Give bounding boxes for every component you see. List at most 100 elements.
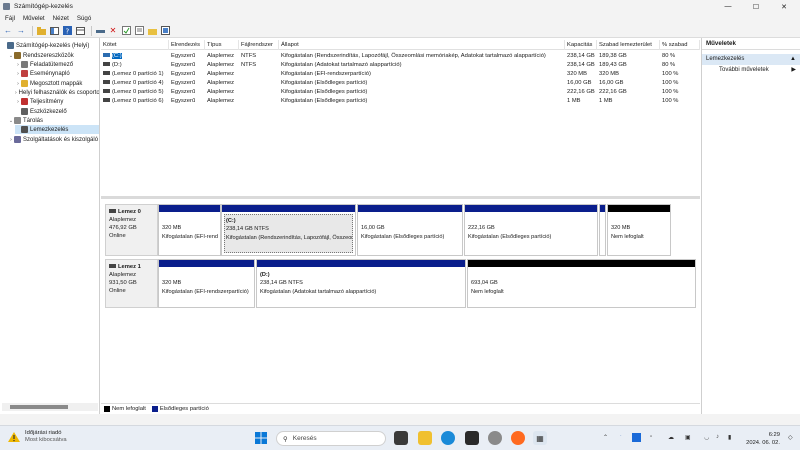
help-icon[interactable]: ? — [62, 26, 72, 36]
tree-item[interactable]: Lemezkezelés — [15, 125, 99, 134]
table-row[interactable]: (D:) Egyszerű Alaplemez NTFS Kifogástalan (A… — [101, 61, 700, 70]
edge-icon[interactable] — [441, 431, 455, 445]
status-bar — [0, 414, 800, 425]
settings-icon[interactable] — [488, 431, 502, 445]
open-folder-icon[interactable] — [147, 26, 157, 36]
clock[interactable]: 6:29 2024. 06. 02. — [744, 431, 780, 447]
store-icon[interactable] — [465, 431, 479, 445]
tree-horizontal-scrollbar[interactable] — [2, 403, 98, 411]
legend-label-primary: Elsődleges partíció — [159, 405, 209, 412]
disk-label[interactable]: Lemez 1 Alaplemez 931,50 GB Online — [105, 259, 158, 308]
partition-size: 320 MB — [162, 225, 182, 231]
partition[interactable]: 16,00 GB Kifogástalan (Elsődleges partíci… — [357, 204, 463, 256]
maximize-button[interactable]: ☐ — [744, 0, 768, 13]
word-icon[interactable] — [632, 433, 641, 442]
tree-item[interactable]: › Feladatütemező — [15, 60, 99, 69]
volume-icon — [103, 89, 110, 94]
wifi-icon[interactable]: ◡ — [704, 434, 709, 441]
minimize-button[interactable]: — — [716, 0, 740, 13]
disk-management-taskbar-icon[interactable]: ▦ — [533, 431, 547, 445]
table-row[interactable]: (Lemez 0 partíció 5) Egyszerű Alaplemez Kif… — [101, 88, 700, 97]
table-cell: Egyszerű — [171, 62, 196, 68]
table-row[interactable]: (Lemez 0 partíció 1) Egyszerű Alaplemez Kif… — [101, 70, 700, 79]
bluetooth-icon[interactable]: ᛫ — [619, 434, 623, 440]
chevron-right-icon: ▶ — [791, 67, 796, 73]
partition[interactable]: 222,16 GB Kifogástalan (Elsődleges partíc… — [464, 204, 598, 256]
disk-status: Online — [109, 233, 126, 239]
tree-item-label: Rendszereszközök — [23, 52, 74, 59]
tree-item[interactable]: ⌄ Tárolás — [8, 116, 99, 125]
menu-help[interactable]: Súgó — [77, 15, 91, 22]
forward-icon[interactable]: → — [16, 26, 26, 36]
file-explorer-icon[interactable] — [418, 431, 432, 445]
firefox-icon[interactable] — [511, 431, 525, 445]
chevron-up-icon[interactable]: ⌃ — [603, 434, 608, 441]
tree-item[interactable]: Eszközkezelő — [15, 107, 99, 116]
table-cell: Kifogástalan (Elsődleges partíció) — [281, 98, 368, 104]
column-header[interactable]: Szabad lemezterület — [597, 40, 660, 50]
unallocated-space[interactable]: 693,04 GB Nem lefoglalt — [467, 259, 696, 308]
column-header[interactable]: Állapot — [279, 40, 565, 50]
menu-view[interactable]: Nézet — [53, 15, 69, 22]
partition[interactable]: (C:) 238,14 GB NTFS Kifogástalan (Rendszer… — [221, 204, 356, 256]
column-header[interactable]: % szabad — [660, 40, 700, 50]
taskbar-search[interactable]: ⚲ Keresés — [276, 431, 386, 446]
weather-widget[interactable]: Időjárási riadó Most kibocsátva — [8, 430, 67, 444]
volume-icon[interactable]: ♪ — [716, 434, 719, 440]
table-cell: 100 % — [662, 71, 679, 77]
more-actions-item[interactable]: További műveletek ▶ — [702, 65, 800, 76]
scrollbar-thumb[interactable] — [10, 405, 68, 409]
menu-action[interactable]: Művelet — [23, 15, 45, 22]
actions-section-disk-management[interactable]: Lemezkezelés ▲ — [702, 54, 800, 65]
list-view-icon[interactable] — [75, 26, 85, 36]
column-header[interactable]: Kötet — [101, 40, 169, 50]
partition-status: Kifogástalan (Elsődleges partíció) — [361, 234, 445, 240]
menu-file[interactable]: Fájl — [5, 15, 15, 22]
up-folder-icon[interactable] — [36, 26, 46, 36]
unallocated-space[interactable]: 320 MB Nem lefoglalt — [607, 204, 671, 256]
table-row[interactable]: (C:) Egyszerű Alaplemez NTFS Kifogástalan (R… — [101, 52, 700, 61]
table-row[interactable]: (Lemez 0 partíció 6) Egyszerű Alaplemez Kif… — [101, 97, 700, 106]
meet-icon[interactable]: ▣ — [685, 434, 691, 441]
column-header[interactable]: Fájlrendszer — [239, 40, 279, 50]
partition-details: 320 MB Kifogástalan (EFI-rendszerpartíció… — [161, 214, 218, 253]
close-button[interactable]: ✕ — [772, 0, 796, 13]
start-icon[interactable] — [254, 431, 268, 445]
properties-icon[interactable] — [121, 26, 131, 36]
tree-item[interactable]: ⌄ Rendszereszközök — [8, 51, 99, 60]
back-icon[interactable]: ← — [3, 26, 13, 36]
table-cell: (D:) — [101, 61, 169, 70]
tree-item[interactable]: › Eseménynapló — [15, 69, 99, 78]
table-cell: Alaplemez — [207, 62, 235, 68]
tree-item[interactable]: › Teljesítmény — [15, 97, 99, 106]
column-header[interactable]: Típus — [205, 40, 239, 50]
partition[interactable]: (D:) 238,14 GB NTFS Kifogástalan (Adatokat… — [256, 259, 466, 308]
tree-item[interactable]: Számítógép-kezelés (Helyi) — [1, 41, 99, 50]
show-tree-icon[interactable] — [49, 26, 59, 36]
notification-icon[interactable]: ◇ — [788, 434, 793, 441]
table-row[interactable]: (Lemez 0 partíció 4) Egyszerű Alaplemez Kif… — [101, 79, 700, 88]
partition[interactable]: 320 MB Kifogástalan (EFI-rendszerpartíció… — [158, 204, 221, 256]
view-icon[interactable] — [160, 26, 170, 36]
tree-item[interactable]: › Megosztott mappák — [15, 79, 99, 88]
collapse-icon[interactable]: ▲ — [790, 54, 796, 65]
task-view-icon[interactable] — [394, 431, 408, 445]
cloud-icon[interactable]: ☁ — [668, 434, 674, 441]
column-header[interactable]: Kapacitás — [565, 40, 597, 50]
delete-icon[interactable]: ✕ — [108, 26, 118, 36]
connect-icon[interactable] — [95, 26, 105, 36]
chevron-right-icon[interactable]: › — [15, 90, 17, 96]
tree-item[interactable]: › Helyi felhasználók és csoportok — [15, 88, 99, 97]
disk-icon — [109, 209, 116, 214]
partition[interactable]: 320 MB Kifogástalan (EFI-rendszerpartíció… — [158, 259, 255, 308]
disk-label[interactable]: Lemez 0 Alaplemez 476,92 GB Online — [105, 204, 158, 256]
bell-icon[interactable]: ▫ — [650, 434, 652, 440]
partition[interactable] — [599, 204, 606, 256]
export-icon[interactable] — [134, 26, 144, 36]
volume-icon — [103, 71, 110, 76]
table-cell: NTFS — [241, 53, 257, 59]
column-header[interactable]: Elrendezés — [169, 40, 205, 50]
battery-icon[interactable]: ▮ — [728, 434, 731, 441]
primary-partition-bar — [465, 205, 597, 212]
tree-item[interactable]: › Szolgáltatások és kiszolgáló — [8, 135, 99, 144]
